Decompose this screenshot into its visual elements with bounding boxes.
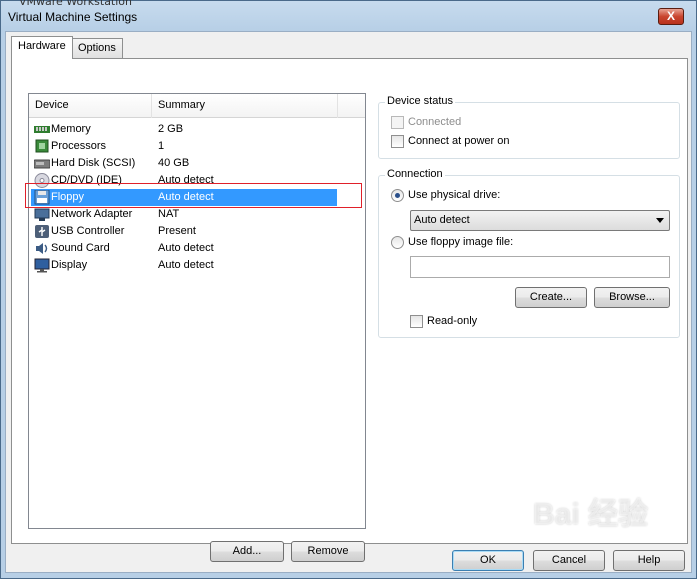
physical-drive-select-value: Auto detect xyxy=(414,214,470,226)
create-button[interactable]: Create... xyxy=(515,287,587,308)
physical-drive-select[interactable]: Auto detect xyxy=(410,210,670,231)
device-summary: Present xyxy=(158,225,196,237)
cd-dvd-icon xyxy=(34,173,50,188)
close-button[interactable]: X xyxy=(658,8,684,25)
browse-button[interactable]: Browse... xyxy=(594,287,670,308)
title-bar[interactable]: VMware Workstation Virtual Machine Setti… xyxy=(1,0,696,31)
device-row-floppy[interactable]: Floppy Auto detect xyxy=(31,189,337,206)
device-summary: Auto detect xyxy=(158,242,214,254)
device-row-usb-controller[interactable]: USB Controller Present xyxy=(31,223,337,240)
column-header-summary-label: Summary xyxy=(158,99,206,111)
device-row-memory[interactable]: Memory 2 GB xyxy=(31,121,337,138)
device-summary: Auto detect xyxy=(158,174,214,186)
use-physical-drive-label: Use physical drive: xyxy=(408,189,501,201)
read-only-label: Read-only xyxy=(427,315,478,327)
window-title: Virtual Machine Settings xyxy=(8,10,138,24)
read-only-checkbox[interactable] xyxy=(410,315,423,328)
remove-button-label: Remove xyxy=(307,545,349,557)
tab-hardware-label: Hardware xyxy=(18,40,66,52)
device-list-header: Device Summary xyxy=(29,94,365,118)
connection-group: Connection Use physical drive: Auto dete… xyxy=(378,168,680,338)
background-window-title: VMware Workstation xyxy=(19,0,133,8)
close-icon: X xyxy=(666,9,675,23)
processor-icon xyxy=(35,139,49,153)
device-summary: 40 GB xyxy=(158,157,190,169)
device-summary: Auto detect xyxy=(158,191,214,203)
column-header-device[interactable]: Device xyxy=(29,94,152,118)
display-icon xyxy=(34,258,50,273)
cancel-button-label: Cancel xyxy=(551,554,587,566)
device-row-display[interactable]: Display Auto detect xyxy=(31,257,337,274)
floppy-image-path-input[interactable] xyxy=(410,256,670,278)
device-summary: NAT xyxy=(158,208,180,220)
use-physical-drive-radio[interactable] xyxy=(391,189,404,202)
dialog-client-area: Hardware Options Device Summary Memory 2… xyxy=(5,31,692,573)
help-button[interactable]: Help xyxy=(613,550,685,571)
radio-selected-dot xyxy=(395,193,400,198)
connected-label: Connected xyxy=(408,116,462,128)
device-name: USB Controller xyxy=(51,225,125,237)
device-summary: Auto detect xyxy=(158,259,214,271)
create-button-label: Create... xyxy=(529,291,573,303)
connect-at-power-on-checkbox[interactable] xyxy=(391,135,404,148)
connection-legend: Connection xyxy=(385,168,445,180)
memory-icon xyxy=(34,126,50,133)
ok-button-label: OK xyxy=(480,554,496,566)
device-name: Floppy xyxy=(51,191,85,203)
help-button-label: Help xyxy=(637,554,661,566)
device-list[interactable]: Device Summary Memory 2 GB Processors 1 xyxy=(28,93,366,529)
device-name: Display xyxy=(51,259,88,271)
remove-button[interactable]: Remove xyxy=(291,541,365,562)
device-status-legend: Device status xyxy=(385,95,456,107)
network-adapter-icon xyxy=(34,208,50,221)
device-name: CD/DVD (IDE) xyxy=(51,174,122,186)
cancel-button[interactable]: Cancel xyxy=(533,550,605,571)
tab-options-label: Options xyxy=(78,42,116,54)
vm-settings-window: VMware Workstation Virtual Machine Setti… xyxy=(0,0,697,579)
column-header-summary[interactable]: Summary xyxy=(152,94,338,118)
usb-icon xyxy=(35,225,49,238)
device-status-group: Device status Connected Connect at power… xyxy=(378,95,680,159)
hard-disk-icon xyxy=(34,159,50,169)
connected-checkbox[interactable] xyxy=(391,116,404,129)
device-name: Network Adapter xyxy=(51,208,133,220)
add-button[interactable]: Add... xyxy=(210,541,284,562)
device-row-processors[interactable]: Processors 1 xyxy=(31,138,337,155)
device-name: Memory xyxy=(51,123,91,135)
device-name: Processors xyxy=(51,140,107,152)
tab-hardware[interactable]: Hardware xyxy=(11,36,73,59)
device-name: Sound Card xyxy=(51,242,110,254)
device-summary: 2 GB xyxy=(158,123,184,135)
device-row-sound-card[interactable]: Sound Card Auto detect xyxy=(31,240,337,257)
hardware-tab-panel: Device Summary Memory 2 GB Processors 1 xyxy=(11,58,688,562)
use-floppy-image-label: Use floppy image file: xyxy=(408,236,514,248)
chevron-down-icon xyxy=(656,218,664,223)
browse-button-label: Browse... xyxy=(609,291,655,303)
connect-at-power-on-label: Connect at power on xyxy=(408,135,510,147)
device-summary: 1 xyxy=(158,140,165,152)
ok-button[interactable]: OK xyxy=(452,550,524,571)
device-row-cd-dvd[interactable]: CD/DVD (IDE) Auto detect xyxy=(31,172,337,189)
column-header-device-label: Device xyxy=(35,99,69,111)
use-floppy-image-radio[interactable] xyxy=(391,236,404,249)
device-row-network-adapter[interactable]: Network Adapter NAT xyxy=(31,206,337,223)
tab-options[interactable]: Options xyxy=(71,38,123,58)
floppy-icon xyxy=(34,190,50,205)
device-row-hard-disk[interactable]: Hard Disk (SCSI) 40 GB xyxy=(31,155,337,172)
device-name: Hard Disk (SCSI) xyxy=(51,157,136,169)
add-button-label: Add... xyxy=(232,545,262,557)
sound-card-icon xyxy=(36,243,48,254)
